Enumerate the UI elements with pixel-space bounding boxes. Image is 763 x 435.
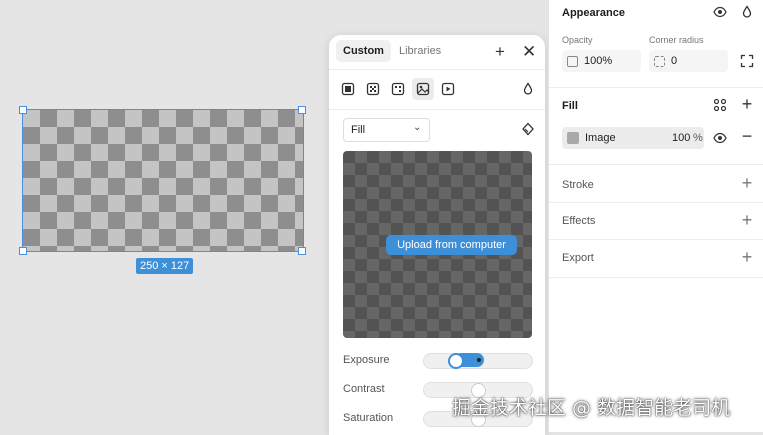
close-icon[interactable]: ✕: [522, 42, 536, 62]
export-title: Export: [562, 252, 594, 264]
exposure-slider[interactable]: [423, 353, 533, 369]
corner-radius-icon: [654, 56, 665, 67]
popover-tabs: Custom Libraries + ✕: [329, 35, 545, 70]
rotate-icon[interactable]: [520, 121, 536, 137]
appearance-section: Appearance Opacity Corner radius 100% 0: [549, 0, 763, 88]
remove-fill-icon[interactable]: −: [739, 126, 755, 146]
add-effect-icon[interactable]: +: [739, 210, 755, 230]
image-swatch[interactable]: [567, 132, 579, 144]
tab-libraries[interactable]: Libraries: [399, 45, 441, 57]
exposure-center-dot: [477, 358, 481, 362]
opacity-value: 100%: [584, 55, 613, 67]
fill-type-value: Image: [585, 132, 616, 144]
tab-custom[interactable]: Custom: [336, 40, 391, 62]
resize-handle-top-right[interactable]: [298, 106, 306, 114]
stroke-section: Stroke +: [549, 165, 763, 203]
stroke-title: Stroke: [562, 179, 594, 191]
exposure-label: Exposure: [343, 354, 390, 366]
gradient-paint-icon[interactable]: [365, 81, 381, 97]
fill-opacity-unit: %: [693, 132, 703, 144]
fill-title: Fill: [562, 100, 578, 112]
style-grid-icon[interactable]: [712, 97, 728, 113]
add-icon[interactable]: +: [495, 42, 505, 62]
fill-visibility-eye-icon[interactable]: [712, 130, 728, 146]
image-preview: Upload from computer: [343, 151, 532, 338]
fill-section: Fill + Image 100 % −: [549, 88, 763, 165]
resize-handle-top-left[interactable]: [19, 106, 27, 114]
contrast-label: Contrast: [343, 383, 385, 395]
resize-handle-bottom-right[interactable]: [298, 247, 306, 255]
export-section: Export +: [549, 240, 763, 278]
corner-radius-value: 0: [671, 55, 678, 67]
fill-type-field[interactable]: Image 100 %: [562, 127, 704, 149]
effects-title: Effects: [562, 215, 596, 227]
solid-paint-icon[interactable]: [340, 81, 356, 97]
opacity-icon: [567, 56, 578, 67]
image-paint-icon[interactable]: [412, 78, 434, 100]
upload-from-computer-button[interactable]: Upload from computer: [386, 235, 517, 255]
add-stroke-icon[interactable]: +: [739, 173, 755, 193]
corner-radius-label: Corner radius: [649, 35, 704, 45]
pattern-paint-icon[interactable]: [390, 81, 406, 97]
blend-drop-icon[interactable]: [739, 4, 755, 20]
watermark: 掘金技术社区 @ 数据智能老司机: [452, 397, 731, 419]
image-frame[interactable]: [22, 109, 304, 252]
fill-opacity-value: 100: [672, 132, 691, 144]
paint-type-row: [329, 69, 545, 110]
corner-radius-field[interactable]: 0: [649, 50, 728, 72]
appearance-title: Appearance: [562, 7, 625, 19]
independent-corners-icon[interactable]: [739, 53, 755, 69]
image-fill-popover: Custom Libraries + ✕ Fill ⌄ Upload from …: [329, 35, 545, 435]
opacity-field[interactable]: 100%: [562, 50, 641, 72]
fill-mode-value: Fill: [351, 124, 366, 136]
add-export-icon[interactable]: +: [739, 247, 755, 267]
properties-panel: Appearance Opacity Corner radius 100% 0 …: [548, 0, 763, 432]
visibility-eye-icon[interactable]: [712, 4, 728, 20]
saturation-label: Saturation: [343, 412, 394, 424]
exposure-slider-thumb[interactable]: [448, 353, 464, 369]
opacity-label: Opacity: [562, 35, 593, 45]
effects-section: Effects +: [549, 203, 763, 240]
fill-mode-select[interactable]: Fill ⌄: [343, 118, 430, 142]
chevron-down-icon: ⌄: [413, 122, 422, 133]
resize-handle-bottom-left[interactable]: [19, 247, 27, 255]
video-paint-icon[interactable]: [440, 81, 456, 97]
size-badge: 250 × 127: [136, 258, 194, 274]
blend-drop-icon[interactable]: [520, 81, 536, 97]
add-fill-icon[interactable]: +: [739, 94, 755, 114]
